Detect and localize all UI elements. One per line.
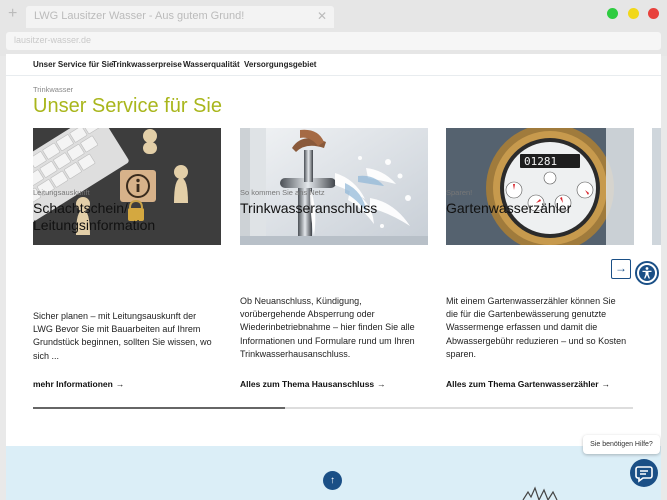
tab-close-icon[interactable]: ✕ [317, 9, 327, 23]
card-text-line: die für die Gartenbewässerung genutzte [446, 309, 607, 320]
footer-graphic [521, 486, 571, 500]
card-category: Sparen! [446, 188, 473, 197]
sub-navigation: Unser Service für Sie Trinkwasserpreise … [6, 54, 661, 76]
card-link-label: Alles zum Thema Hausanschluss [240, 379, 375, 389]
carousel-progress-track[interactable] [33, 407, 633, 409]
card-title: Gartenwasserzähler [446, 200, 571, 217]
card-text-line: Wiederinbetriebnahme – hier finden Sie a… [240, 322, 415, 333]
carousel-next-button[interactable]: → [611, 259, 631, 279]
card-text-line: Ob Neuanschluss, Kündigung, [240, 296, 362, 306]
arrow-right-icon: → [615, 261, 627, 275]
chat-icon [635, 466, 653, 483]
browser-chrome: + LWG Lausitzer Wasser - Aus gutem Grund… [0, 0, 667, 56]
card-link-hausanschluss[interactable]: Alles zum Thema Hausanschluss → [240, 379, 386, 389]
card-category: Leitungsauskunft [33, 188, 90, 197]
arrow-right-icon: → [377, 379, 386, 389]
card-text: Mit einem Gartenwasserzähler können Sie … [446, 295, 626, 361]
card-text-line: sparen. [446, 348, 477, 359]
card-link-label: mehr Informationen [33, 379, 113, 389]
back-to-top-button[interactable]: ↑ [323, 471, 342, 490]
chat-button[interactable] [630, 459, 658, 487]
card-title: Schachtschein/ Leitungsinformation [33, 200, 155, 234]
meter-reading-text: 01281 [524, 155, 557, 168]
card-link-mehr-informationen[interactable]: mehr Informationen → [33, 379, 124, 389]
card-text: Sicher planen – mit Leitungsauskunft der… [33, 310, 212, 363]
card-link-label: Alles zum Thema Gartenwasserzähler [446, 379, 599, 389]
address-bar[interactable]: lausitzer-wasser.de [6, 32, 661, 50]
card-title-line: Gartenwasserzähler [446, 200, 572, 216]
card-title-line: Trinkwasseranschluss [240, 200, 378, 216]
accessibility-icon[interactable] [635, 261, 659, 285]
card-text-line: Informationen und Formulare rund um Ihre… [240, 335, 415, 346]
card-text-line: Mit einem Gartenwasserzähler können Sie [446, 296, 616, 306]
next-card-peek-image [652, 128, 661, 245]
window-close-button[interactable] [648, 8, 659, 19]
card-title-line: Schachtschein/ [33, 200, 128, 216]
card-title-line: Leitungsinformation [33, 217, 156, 233]
browser-tab[interactable]: LWG Lausitzer Wasser - Aus gutem Grund! … [26, 6, 334, 28]
card-text: Ob Neuanschluss, Kündigung, vorübergehen… [240, 295, 415, 361]
window-minimize-button[interactable] [628, 8, 639, 19]
url-text: lausitzer-wasser.de [14, 35, 92, 45]
nav-item-service[interactable]: Unser Service für Sie [33, 60, 113, 69]
carousel-progress-fill [33, 407, 285, 409]
page-title: Unser Service für Sie [33, 95, 222, 117]
water-meter-image: 01281 [446, 128, 634, 245]
help-bubble[interactable]: Sie benötigen Hilfe? [583, 435, 660, 454]
tab-title: LWG Lausitzer Wasser - Aus gutem Grund! [34, 10, 245, 22]
card-text-line: Grundstück beginnen, sollten Sie wissen,… [33, 337, 212, 348]
nav-item-quality[interactable]: Wasserqualität [183, 60, 240, 69]
card-text-line: Abwassergebühr reduzieren – und so Koste… [446, 335, 627, 346]
card-text-line: Trinkwasserhausanschluss. [240, 348, 351, 359]
new-tab-plus-icon[interactable]: + [8, 6, 17, 22]
water-tap-image [240, 128, 428, 245]
section-kicker: Trinkwasser [33, 85, 74, 94]
nav-item-area[interactable]: Versorgungsgebiet [244, 60, 316, 69]
window-maximize-button[interactable] [607, 8, 618, 19]
arrow-up-icon: ↑ [330, 475, 335, 486]
card-text-line: Wassermenge erfassen und damit die [446, 322, 598, 333]
card-text-line: Sicher planen – mit Leitungsauskunft der [33, 311, 197, 321]
service-card-trinkwasseranschluss[interactable] [240, 128, 428, 245]
nav-item-prices[interactable]: Trinkwasserpreise [112, 60, 182, 69]
arrow-right-icon: → [115, 379, 125, 389]
page-viewport: Unser Service für Sie Trinkwasserpreise … [6, 54, 661, 500]
card-title: Trinkwasseranschluss [240, 200, 377, 217]
card-text-line: LWG Bevor Sie mit Bauarbeiten auf Ihrem [33, 324, 201, 335]
card-text-line: vorübergehende Absperrung oder [240, 309, 375, 320]
card-link-gartenwasserzaehler[interactable]: Alles zum Thema Gartenwasserzähler → [446, 379, 610, 389]
arrow-right-icon: → [601, 379, 611, 389]
service-card-gartenwasserzaehler[interactable]: 01281 [446, 128, 634, 245]
card-category: So kommen Sie ans Netz [240, 188, 325, 197]
card-text-line: sich ... [33, 350, 60, 361]
